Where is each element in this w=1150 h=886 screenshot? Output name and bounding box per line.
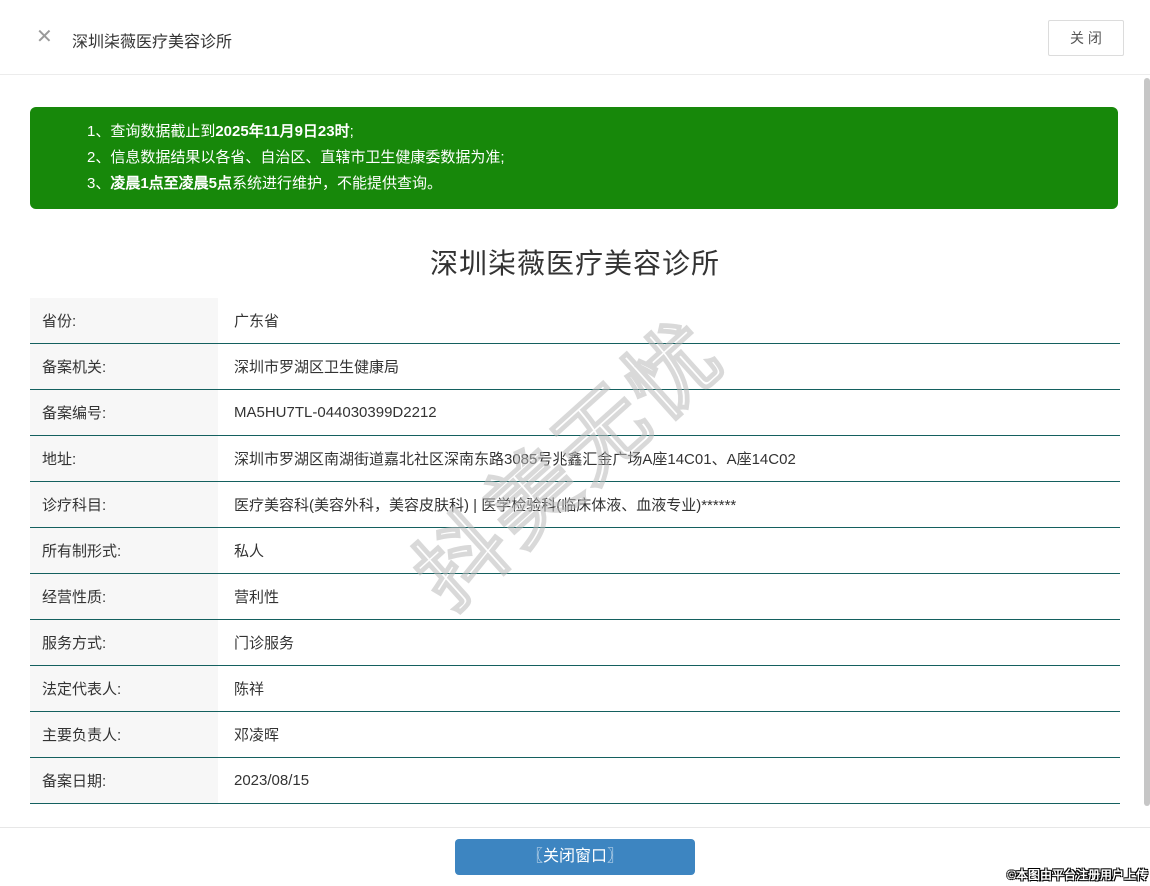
- table-row: 地址: 深圳市罗湖区南湖街道嘉北社区深南东路3085号兆鑫汇金广场A座14C01…: [30, 436, 1120, 482]
- table-row: 备案编号: MA5HU7TL-044030399D2212: [30, 390, 1120, 436]
- clinic-title: 深圳柒薇医疗美容诊所: [429, 248, 720, 279]
- notice-text: 3、: [87, 175, 111, 192]
- table-row: 诊疗科目: 医疗美容科(美容外科，美容皮肤科) | 医学检验科(临床体液、血液专…: [30, 482, 1120, 528]
- table-row: 经营性质: 营利性: [30, 574, 1120, 620]
- row-label: 地址:: [30, 436, 218, 481]
- table-row: 备案机关: 深圳市罗湖区卫生健康局: [30, 344, 1120, 390]
- notice-line: 2、信息数据结果以各省、自治区、直辖市卫生健康委数据为准;: [87, 145, 1098, 171]
- table-row: 省份: 广东省: [30, 298, 1120, 344]
- row-value: 医疗美容科(美容外科，美容皮肤科) | 医学检验科(临床体液、血液专业)****…: [234, 497, 737, 514]
- row-value: 深圳市罗湖区南湖街道嘉北社区深南东路3085号兆鑫汇金广场A座14C01、A座1…: [234, 451, 796, 468]
- close-button[interactable]: 关 闭: [1048, 20, 1124, 56]
- table-row: 备案日期: 2023/08/15: [30, 758, 1120, 804]
- row-value: MA5HU7TL-044030399D2212: [234, 404, 437, 421]
- row-value: 门诊服务: [234, 635, 295, 652]
- row-label: 经营性质:: [30, 574, 218, 619]
- divider: [0, 827, 1150, 828]
- notice-line: 1、查询数据截止到2025年11月9日23时;: [87, 119, 1098, 145]
- row-label: 服务方式:: [30, 620, 218, 665]
- row-label: 省份:: [30, 298, 218, 343]
- row-value: 陈祥: [234, 681, 265, 698]
- row-value: 深圳市罗湖区卫生健康局: [234, 359, 400, 376]
- notice-text: ;: [349, 123, 354, 140]
- notice-banner: 1、查询数据截止到2025年11月9日23时; 2、信息数据结果以各省、自治区、…: [30, 107, 1118, 209]
- row-value: 邓凌晖: [234, 727, 280, 744]
- info-table: 省份: 广东省 备案机关: 深圳市罗湖区卫生健康局 备案编号: MA5HU7TL…: [30, 298, 1120, 804]
- notice-line: 3、凌晨1点至凌晨5点系统进行维护，不能提供查询。: [87, 171, 1098, 197]
- close-icon[interactable]: ✕: [36, 26, 53, 48]
- page-title: 深圳柒薇医疗美容诊所: [72, 34, 233, 51]
- row-label: 所有制形式:: [30, 528, 218, 573]
- notice-text-bold: 凌晨1点至凌晨5点: [110, 175, 233, 192]
- row-value: 广东省: [234, 313, 280, 330]
- titlebar: ✕ 深圳柒薇医疗美容诊所 关 闭: [0, 0, 1150, 75]
- table-row: 主要负责人: 邓凌晖: [30, 712, 1120, 758]
- row-label: 诊疗科目:: [30, 482, 218, 527]
- row-value: 营利性: [234, 589, 280, 606]
- row-label: 主要负责人:: [30, 712, 218, 757]
- table-row: 法定代表人: 陈祥: [30, 666, 1120, 712]
- row-label: 法定代表人:: [30, 666, 218, 711]
- notice-text: 1、查询数据截止到: [87, 123, 216, 140]
- close-window-button[interactable]: 〖关闭窗口〗: [455, 839, 695, 875]
- notice-text-bold: 2025年11月9日23时: [215, 123, 350, 140]
- notice-text: 系统进行维护，不能提供查询。: [232, 175, 443, 192]
- row-label: 备案编号:: [30, 390, 218, 435]
- row-value: 2023/08/15: [234, 772, 310, 789]
- row-value: 私人: [234, 543, 265, 560]
- table-row: 服务方式: 门诊服务: [30, 620, 1120, 666]
- table-row: 所有制形式: 私人: [30, 528, 1120, 574]
- vertical-scrollbar[interactable]: [1144, 78, 1150, 806]
- row-label: 备案日期:: [30, 758, 218, 803]
- notice-text: 2、信息数据结果以各省、自治区、直辖市卫生健康委数据为准;: [87, 149, 505, 166]
- copyright-note: ©本图由平台注册用户上传: [1007, 868, 1148, 882]
- row-label: 备案机关:: [30, 344, 218, 389]
